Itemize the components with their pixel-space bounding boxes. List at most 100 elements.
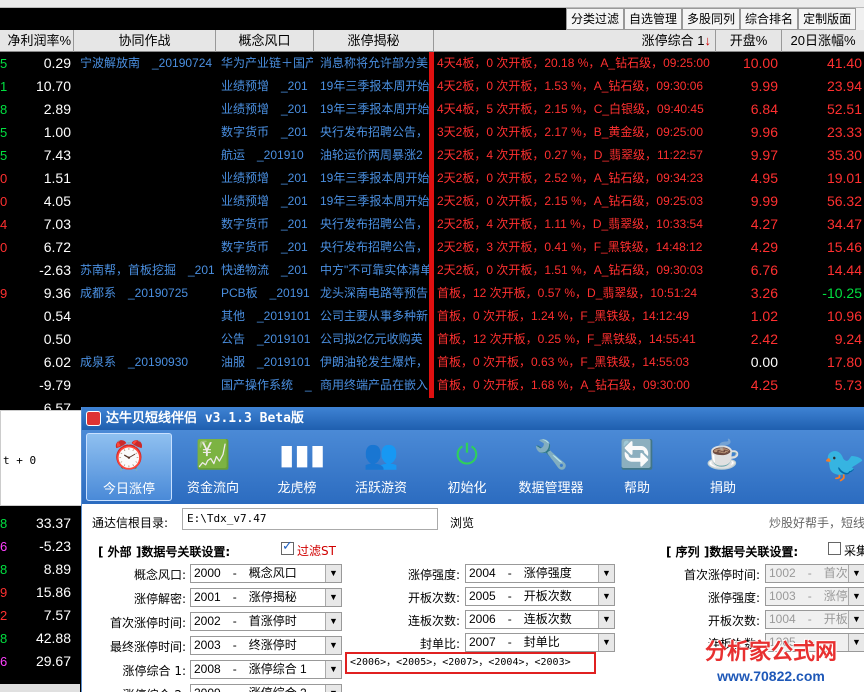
cell-lead: 4 bbox=[0, 217, 8, 232]
cell-rise20: 14.44 bbox=[826, 262, 862, 278]
tab-fund-flow[interactable]: 💹 资金流向 bbox=[170, 433, 256, 501]
combo-formula-input[interactable]: <2006>，<2005>，<2007>，<2004>，<2003> bbox=[345, 652, 596, 674]
collect-checkbox[interactable] bbox=[828, 542, 841, 555]
left-fields-select[interactable]: 2008 - 涨停综合 1 ▼ bbox=[190, 660, 342, 679]
cell-open: 1.02 bbox=[750, 308, 778, 324]
money-icon: 💹 bbox=[195, 439, 231, 470]
chevron-down-icon[interactable]: ▼ bbox=[325, 589, 341, 606]
cell-rise20: 19.01 bbox=[826, 170, 862, 186]
select-value: 2000 - 概念风口 bbox=[194, 566, 297, 580]
mid-fields-select[interactable]: 2007 - 封单比 ▼ bbox=[465, 633, 615, 652]
header-open[interactable]: 开盘% bbox=[716, 30, 782, 52]
cell-open: 9.97 bbox=[750, 147, 778, 163]
multi-stock-button[interactable]: 多股同列 bbox=[682, 8, 741, 30]
right-fields-select[interactable]: 1004 - 开板次数 ▼ bbox=[765, 610, 864, 629]
chevron-down-icon[interactable]: ▼ bbox=[598, 588, 614, 605]
swallow-logo-icon: 🐦 bbox=[823, 445, 864, 485]
cell-rise20: 34.47 bbox=[826, 216, 862, 232]
header-net-margin[interactable]: 净利润率% bbox=[0, 30, 74, 52]
mid-fields-select[interactable]: 2004 - 涨停强度 ▼ bbox=[465, 564, 615, 583]
chevron-down-icon[interactable]: ▼ bbox=[848, 588, 864, 605]
cell-open: 9.96 bbox=[750, 124, 778, 140]
left-fields-select[interactable]: 2000 - 概念风口 ▼ bbox=[190, 564, 342, 583]
left-fields-label: 涨停解密: bbox=[133, 592, 186, 606]
tdx-dir-label: 通达信根目录: bbox=[92, 516, 169, 530]
chevron-down-icon[interactable]: ▼ bbox=[598, 634, 614, 651]
filter-st-checkbox[interactable] bbox=[281, 539, 294, 555]
cell-rise20: 23.33 bbox=[826, 124, 862, 140]
filter-category-button[interactable]: 分类过滤 bbox=[566, 8, 625, 30]
browse-button[interactable]: 浏览 bbox=[450, 514, 474, 531]
cell-rise20: 35.30 bbox=[826, 147, 862, 163]
cell-concept: 航运 _201910 bbox=[221, 148, 304, 162]
chevron-down-icon[interactable]: ▼ bbox=[848, 565, 864, 582]
chevron-down-icon[interactable]: ▼ bbox=[598, 611, 614, 628]
tab-initialize[interactable]: ⏻ 初始化 bbox=[424, 433, 510, 501]
cell-reason: 龙头深南电路等预告 bbox=[320, 286, 429, 300]
tdx-dir-input[interactable]: E:\Tdx_v7.47 bbox=[182, 508, 438, 530]
right-fields-select[interactable]: 1002 - 首次涨停 ▼ bbox=[765, 564, 864, 583]
cell-concept: 业绩预增 _201 bbox=[221, 102, 308, 116]
cell-combo: 2天2板，0 次开板，2.15 %，A_钻石级，09:25:03 bbox=[437, 194, 704, 208]
cell-reason: 公司拟2亿元收购英 bbox=[320, 332, 423, 346]
chevron-down-icon[interactable]: ▼ bbox=[325, 661, 341, 678]
chevron-down-icon[interactable]: ▼ bbox=[325, 637, 341, 654]
cell-net: 0.50 bbox=[43, 331, 71, 347]
left-fields-select[interactable]: 2003 - 终涨停时 ▼ bbox=[190, 636, 342, 655]
chevron-down-icon[interactable]: ▼ bbox=[598, 565, 614, 582]
header-team[interactable]: 协同作战 bbox=[74, 30, 216, 52]
cell-net: 1.00 bbox=[43, 124, 71, 140]
cell-team bbox=[80, 305, 214, 328]
chevron-down-icon[interactable]: ▼ bbox=[325, 613, 341, 630]
chevron-down-icon[interactable]: ▼ bbox=[325, 565, 341, 582]
cell-team bbox=[80, 213, 214, 236]
select-value: 2001 - 涨停揭秘 bbox=[194, 590, 297, 604]
cell-reason: 19年三季报本周开始 bbox=[320, 102, 430, 116]
custom-layout-button[interactable]: 定制版面 bbox=[798, 8, 857, 30]
app-titlebar[interactable]: 达牛贝短线伴侣 v3.1.3 Beta版 bbox=[82, 407, 864, 430]
cell-reason: 19年三季报本周开始 bbox=[320, 79, 430, 93]
mid-fields-select[interactable]: 2006 - 连板次数 ▼ bbox=[465, 610, 615, 629]
left-fields-select[interactable]: 2009 - 涨停综合 2 ▼ bbox=[190, 684, 342, 692]
table-header: 净利润率% 协同作战 概念风口 涨停揭秘 涨停综合 1↓ 开盘% 20日涨幅% bbox=[0, 30, 864, 52]
cup-icon: ☕ bbox=[705, 439, 741, 470]
bars-icon: ▮▮▮ bbox=[279, 439, 326, 470]
left-fields-select[interactable]: 2001 - 涨停揭秘 ▼ bbox=[190, 588, 342, 607]
watermark: 分析家公式网 www.70822.com bbox=[678, 637, 864, 692]
cell-team bbox=[80, 328, 214, 351]
cell-combo: 首板，12 次开板，0.25 %，F_黑铁级，14:55:41 bbox=[437, 332, 696, 346]
cell-net: 2.89 bbox=[43, 101, 71, 117]
cell-team bbox=[80, 167, 214, 190]
header-combo[interactable]: 涨停综合 1↓ bbox=[434, 30, 716, 52]
tab-dragon-tiger[interactable]: ▮▮▮ 龙虎榜 bbox=[254, 433, 340, 501]
tab-data-manager[interactable]: 🔧 数据管理器 bbox=[508, 433, 594, 501]
right-fields-select[interactable]: 1003 - 涨停强度 ▼ bbox=[765, 587, 864, 606]
header-rise20[interactable]: 20日涨幅% bbox=[782, 30, 864, 52]
composite-rank-button[interactable]: 综合排名 bbox=[740, 8, 799, 30]
tab-active-traders[interactable]: 👥 活跃游资 bbox=[338, 433, 424, 501]
tab-today-limit-up[interactable]: ⏰ 今日涨停 bbox=[86, 433, 172, 501]
cell-net: 33.37 bbox=[35, 515, 71, 531]
tab-donate[interactable]: ☕ 捐助 bbox=[680, 433, 766, 501]
cell-combo: 2天2板，0 次开板，1.51 %，A_钻石级，09:30:03 bbox=[437, 263, 704, 277]
cell-team: 成泉系 _20190930 bbox=[80, 355, 189, 369]
left-fields-label: 首次涨停时间: bbox=[109, 616, 186, 630]
chevron-down-icon[interactable]: ▼ bbox=[848, 611, 864, 628]
cell-lead: 2 bbox=[0, 608, 8, 623]
mid-fields-select[interactable]: 2005 - 开板次数 ▼ bbox=[465, 587, 615, 606]
left-fields-select[interactable]: 2002 - 首涨停时 ▼ bbox=[190, 612, 342, 631]
watchlist-manage-button[interactable]: 自选管理 bbox=[624, 8, 683, 30]
header-concept[interactable]: 概念风口 bbox=[216, 30, 314, 52]
cell-rise20: 23.94 bbox=[826, 78, 862, 94]
cell-reason: 央行发布招聘公告， bbox=[320, 125, 429, 139]
cell-rise20: 15.46 bbox=[826, 239, 862, 255]
right-fields-label: 开板次数: bbox=[707, 614, 760, 628]
tools-icon: 🔧 bbox=[533, 439, 569, 470]
cell-lead: 8 bbox=[0, 516, 8, 531]
tab-help[interactable]: 🔄 帮助 bbox=[594, 433, 680, 501]
cell-lead: 9 bbox=[0, 286, 8, 301]
header-reason[interactable]: 涨停揭秘 bbox=[314, 30, 434, 52]
chevron-down-icon[interactable]: ▼ bbox=[325, 685, 341, 692]
select-value: 2008 - 涨停综合 1 bbox=[194, 662, 307, 676]
cell-net: -9.79 bbox=[39, 377, 71, 393]
